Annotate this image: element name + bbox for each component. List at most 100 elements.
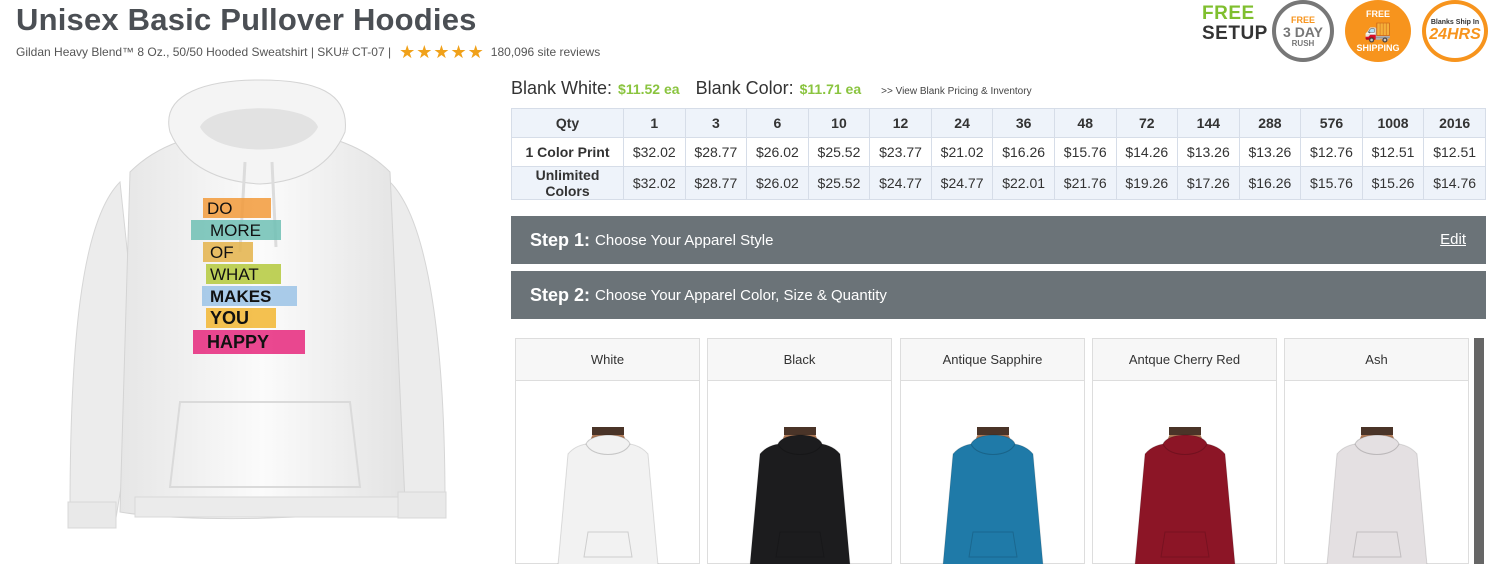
- price-cell: $25.52: [807, 166, 871, 200]
- col-qty-value: 6: [746, 108, 809, 138]
- reviews-count[interactable]: 180,096 site reviews: [491, 45, 600, 59]
- hoodie-illustration: DO MORE OF WHAT MAKES YOU HAPPY: [67, 79, 447, 529]
- truck-icon: 🚚: [1364, 18, 1392, 43]
- col-qty-value: 12: [869, 108, 932, 138]
- price-cell: $12.76: [1300, 137, 1363, 167]
- color-card-antique-cherry-red[interactable]: Antque Cherry Red: [1092, 338, 1277, 564]
- star-icon: ★: [399, 42, 416, 62]
- model-hoodie-image: [1134, 427, 1236, 564]
- price-cell: $19.26: [1115, 166, 1179, 200]
- price-cell: $26.02: [746, 137, 809, 167]
- model-hoodie-image: [749, 427, 851, 564]
- price-cell: $15.76: [1053, 137, 1117, 167]
- price-cell: $24.77: [869, 166, 932, 200]
- price-cell: $28.77: [684, 166, 748, 200]
- col-qty-value: 288: [1238, 108, 1302, 138]
- price-cell: $14.76: [1423, 166, 1486, 200]
- col-qty-value: 1: [623, 108, 686, 138]
- price-cell: $22.01: [992, 166, 1055, 200]
- scrollbar[interactable]: [1474, 338, 1484, 564]
- page-title: Unisex Basic Pullover Hoodies: [16, 2, 477, 37]
- price-cell: $13.26: [1238, 137, 1302, 167]
- blank-color-price: $11.71 ea: [799, 81, 862, 97]
- blank-white-label: Blank White:: [511, 78, 613, 98]
- col-qty-value: 3: [684, 108, 748, 138]
- color-card-white[interactable]: White: [515, 338, 700, 564]
- svg-text:WHAT: WHAT: [210, 265, 259, 284]
- price-cell: $16.26: [1238, 166, 1302, 200]
- price-cell: $21.02: [930, 137, 994, 167]
- rating-stars[interactable]: ★ ★ ★ ★ ★: [399, 42, 484, 62]
- blank-pricing: Blank White: $11.52 ea Blank Color: $11.…: [511, 78, 1032, 99]
- price-cell: $24.77: [930, 166, 994, 200]
- row-label: 1 Color Print: [511, 137, 624, 167]
- table-row: Unlimited Colors $32.02 $28.77 $26.02 $2…: [511, 166, 1486, 200]
- col-qty-value: 36: [992, 108, 1055, 138]
- step-1-bar[interactable]: Step 1: Choose Your Apparel Style Edit: [511, 216, 1486, 264]
- color-name: White: [516, 339, 699, 381]
- col-qty-value: 1008: [1361, 108, 1425, 138]
- svg-text:OF: OF: [210, 243, 234, 262]
- col-qty-value: 576: [1300, 108, 1363, 138]
- price-table: Qty 1 3 6 10 12 24 36 48 72 144 288 576 …: [511, 108, 1486, 200]
- col-qty-value: 48: [1053, 108, 1117, 138]
- free-setup-badge: FREE SETUP: [1202, 3, 1268, 44]
- 24hrs-badge: Blanks Ship In 24HRS: [1422, 0, 1488, 62]
- table-row: 1 Color Print $32.02 $28.77 $26.02 $25.5…: [511, 137, 1486, 167]
- color-card-ash[interactable]: Ash: [1284, 338, 1469, 564]
- col-qty: Qty: [511, 108, 624, 138]
- view-blank-pricing-link[interactable]: >> View Blank Pricing & Inventory: [881, 86, 1031, 97]
- step-number: Step 1:: [530, 229, 591, 250]
- svg-text:YOU: YOU: [210, 308, 249, 328]
- step-number: Step 2:: [530, 284, 591, 305]
- star-icon: ★: [433, 42, 450, 62]
- price-cell: $32.02: [623, 137, 686, 167]
- svg-text:HAPPY: HAPPY: [207, 332, 269, 352]
- price-cell: $16.26: [992, 137, 1055, 167]
- price-cell: $14.26: [1115, 137, 1179, 167]
- blank-color-label: Blank Color:: [695, 78, 794, 98]
- color-name: Ash: [1285, 339, 1468, 381]
- model-hoodie-image: [557, 427, 659, 564]
- col-qty-value: 2016: [1423, 108, 1486, 138]
- price-cell: $17.26: [1177, 166, 1240, 200]
- color-name: Antque Cherry Red: [1093, 339, 1276, 381]
- price-cell: $28.77: [684, 137, 748, 167]
- color-card-antique-sapphire[interactable]: Antique Sapphire: [900, 338, 1085, 564]
- star-icon: ★: [450, 42, 467, 62]
- svg-text:DO: DO: [207, 199, 233, 218]
- promo-badges: FREE SETUP FREE 3 DAY RUSH FREE 🚚 SHIPPI…: [1200, 0, 1502, 62]
- col-qty-value: 144: [1177, 108, 1240, 138]
- model-hoodie-image: [1326, 427, 1428, 564]
- price-cell: $15.76: [1300, 166, 1363, 200]
- price-table-header: Qty 1 3 6 10 12 24 36 48 72 144 288 576 …: [511, 108, 1486, 138]
- price-cell: $13.26: [1177, 137, 1240, 167]
- model-hoodie-image: [942, 427, 1044, 564]
- color-name: Antique Sapphire: [901, 339, 1084, 381]
- step-title: Choose Your Apparel Style: [595, 231, 774, 249]
- price-cell: $25.52: [807, 137, 871, 167]
- price-cell: $26.02: [746, 166, 809, 200]
- col-qty-value: 10: [807, 108, 871, 138]
- svg-text:MORE: MORE: [210, 221, 261, 240]
- price-cell: $15.26: [1361, 166, 1425, 200]
- edit-style-link[interactable]: Edit: [1440, 231, 1466, 248]
- svg-text:MAKES: MAKES: [210, 287, 271, 306]
- price-cell: $23.77: [869, 137, 932, 167]
- step-2-bar[interactable]: Step 2: Choose Your Apparel Color, Size …: [511, 271, 1486, 319]
- product-subtitle: Gildan Heavy Blend™ 8 Oz., 50/50 Hooded …: [16, 45, 392, 59]
- price-cell: $12.51: [1361, 137, 1425, 167]
- price-cell: $12.51: [1423, 137, 1486, 167]
- 3-day-rush-badge: FREE 3 DAY RUSH: [1272, 0, 1334, 62]
- blank-white-price: $11.52 ea: [618, 81, 680, 97]
- row-label: Unlimited Colors: [511, 166, 624, 200]
- product-image[interactable]: DO MORE OF WHAT MAKES YOU HAPPY: [60, 72, 460, 564]
- col-qty-value: 72: [1115, 108, 1179, 138]
- price-cell: $32.02: [623, 166, 686, 200]
- step-title: Choose Your Apparel Color, Size & Quanti…: [595, 286, 887, 304]
- star-icon: ★: [467, 42, 484, 62]
- star-icon: ★: [416, 42, 433, 62]
- color-card-black[interactable]: Black: [707, 338, 892, 564]
- price-cell: $21.76: [1053, 166, 1117, 200]
- color-name: Black: [708, 339, 891, 381]
